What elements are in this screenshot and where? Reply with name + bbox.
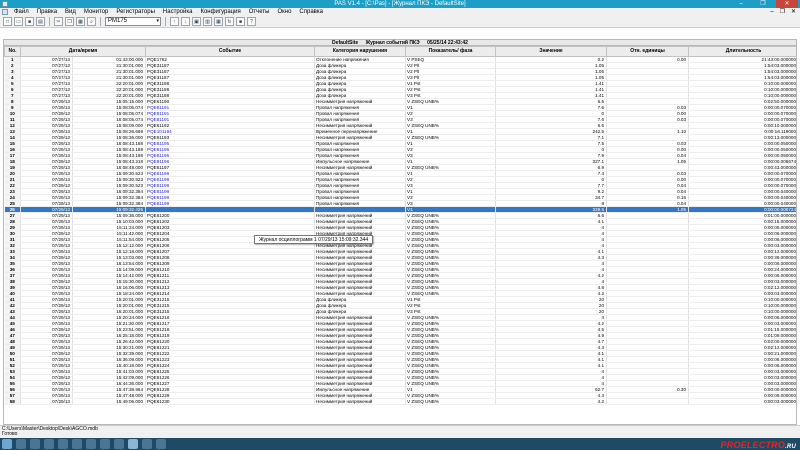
- menu-bar: Файл Правка Вид Монитор Регистраторы Настройк…: [0, 8, 800, 16]
- header-value[interactable]: Значение: [495, 46, 608, 57]
- mdi-close-button[interactable]: ✕: [789, 8, 798, 16]
- header-duration[interactable]: Длительность: [688, 46, 796, 57]
- indicator-cell: V ZSEQ UNB%: [405, 398, 497, 405]
- ie-icon[interactable]: [16, 439, 26, 449]
- stop-icon[interactable]: ■: [236, 17, 245, 26]
- unit-cell: [606, 398, 690, 405]
- header-no[interactable]: No.: [4, 46, 21, 57]
- maximize-button[interactable]: ❐: [754, 0, 772, 8]
- menu-item[interactable]: Конфигурация: [196, 8, 244, 16]
- events-table[interactable]: No. Дата/время Событие Категория нарушен…: [3, 45, 797, 425]
- find-icon[interactable]: ⌕: [87, 17, 96, 26]
- menu-item[interactable]: Монитор: [80, 8, 112, 16]
- app-icon[interactable]: [100, 439, 110, 449]
- minimize-button[interactable]: –: [732, 0, 750, 8]
- tooltip: Журнал осциллограмм 1 07/29/13 15:09:32.…: [254, 235, 374, 244]
- menu-item[interactable]: Отчеты: [245, 8, 274, 16]
- new-icon[interactable]: □: [3, 17, 12, 26]
- table-header-row: No. Дата/время Событие Категория нарушен…: [4, 46, 796, 57]
- app-icon[interactable]: [86, 439, 96, 449]
- menu-item[interactable]: Регистраторы: [112, 8, 159, 16]
- save-icon[interactable]: ■: [25, 17, 34, 26]
- watermark: PROELECTRO.RU: [721, 440, 796, 450]
- copy-icon[interactable]: ❐: [65, 17, 74, 26]
- menu-item[interactable]: Настройка: [159, 8, 197, 16]
- menu-item[interactable]: Справка: [295, 8, 327, 16]
- table-row[interactable]: 58 07/29/13 15:49:06.000 PQE61230 Несимметри…: [4, 398, 796, 405]
- media-icon[interactable]: [44, 439, 54, 449]
- value-cell: 4.2: [495, 398, 608, 405]
- toolbar-separator: [100, 17, 101, 26]
- app-icon[interactable]: [114, 439, 124, 449]
- header-unit[interactable]: Отн. единицы: [606, 46, 690, 57]
- system-menu-icon[interactable]: [2, 9, 8, 15]
- menu-item[interactable]: Вид: [61, 8, 80, 16]
- menu-item[interactable]: Правка: [33, 8, 61, 16]
- duration-cell: 0:00:03.000000: [688, 398, 796, 405]
- menu-item[interactable]: Окно: [273, 8, 295, 16]
- app-icon[interactable]: [156, 439, 166, 449]
- app-icon: [2, 1, 8, 7]
- chevron-down-icon[interactable]: ▾: [156, 18, 159, 25]
- pas-icon[interactable]: [128, 439, 138, 449]
- menu-items: Файл Правка Вид Монитор Регистраторы Настройк…: [10, 8, 327, 16]
- mdi-minimize-button[interactable]: –: [768, 8, 775, 16]
- taskbar: [0, 438, 800, 450]
- upload-icon[interactable]: ↑: [170, 17, 179, 26]
- paste-icon[interactable]: ▦: [76, 17, 85, 26]
- window-title: PAS V1.4 - [C:\Pas] - [Журнал ПКЭ - Defa…: [334, 1, 466, 7]
- status-bar: Готово: [0, 431, 800, 438]
- date-cell: 07/29/13: [20, 398, 73, 405]
- table-icon[interactable]: ▦: [214, 17, 223, 26]
- event-cell: PQE61230: [145, 398, 316, 405]
- cut-icon[interactable]: ✂: [54, 17, 63, 26]
- open-icon[interactable]: ▭: [14, 17, 23, 26]
- chrome-icon[interactable]: [58, 439, 68, 449]
- monitor-icon[interactable]: ▣: [192, 17, 201, 26]
- watermark-tld: .RU: [785, 444, 796, 450]
- header-indicator[interactable]: Показатель/ фаза: [405, 46, 497, 57]
- time-cell: 15:49:06.000: [72, 398, 147, 405]
- watermark-brand: PROELECTRO: [720, 440, 786, 450]
- refresh-icon[interactable]: ↻: [225, 17, 234, 26]
- print-icon[interactable]: ▤: [36, 17, 45, 26]
- menu-item[interactable]: Файл: [10, 8, 33, 16]
- download-icon[interactable]: ↓: [181, 17, 190, 26]
- category-cell: Несимметрия напряжений: [314, 398, 407, 405]
- header-datetime[interactable]: Дата/время: [19, 46, 147, 57]
- toolbar: □ ▭ ■ ▤ ✂ ❐ ▦ ⌕ PM175 ▾ ↑ ↓ ▣ ▥ ▦ ↻ ■?: [0, 16, 800, 28]
- mdi-controls: – ❐ ✕: [768, 8, 798, 16]
- close-button[interactable]: ✕: [776, 0, 798, 8]
- header-category[interactable]: Категория нарушения: [314, 46, 407, 57]
- app-icon[interactable]: [72, 439, 82, 449]
- help-icon[interactable]: ?: [247, 17, 256, 26]
- toolbar-separator: [165, 17, 166, 26]
- toolbar-separator: [49, 17, 50, 26]
- explorer-icon[interactable]: [30, 439, 40, 449]
- title-bar[interactable]: PAS V1.4 - [C:\Pas] - [Журнал ПКЭ - Defa…: [0, 0, 800, 8]
- mdi-restore-button[interactable]: ❐: [778, 8, 787, 16]
- start-icon[interactable]: [2, 439, 12, 449]
- header-event[interactable]: Событие: [145, 46, 316, 57]
- app-icon[interactable]: [142, 439, 152, 449]
- device-select-value: PM175: [108, 18, 128, 24]
- row-number-cell: 58: [4, 398, 21, 405]
- chart-icon[interactable]: ▥: [203, 17, 212, 26]
- device-select[interactable]: PM175 ▾: [105, 17, 161, 26]
